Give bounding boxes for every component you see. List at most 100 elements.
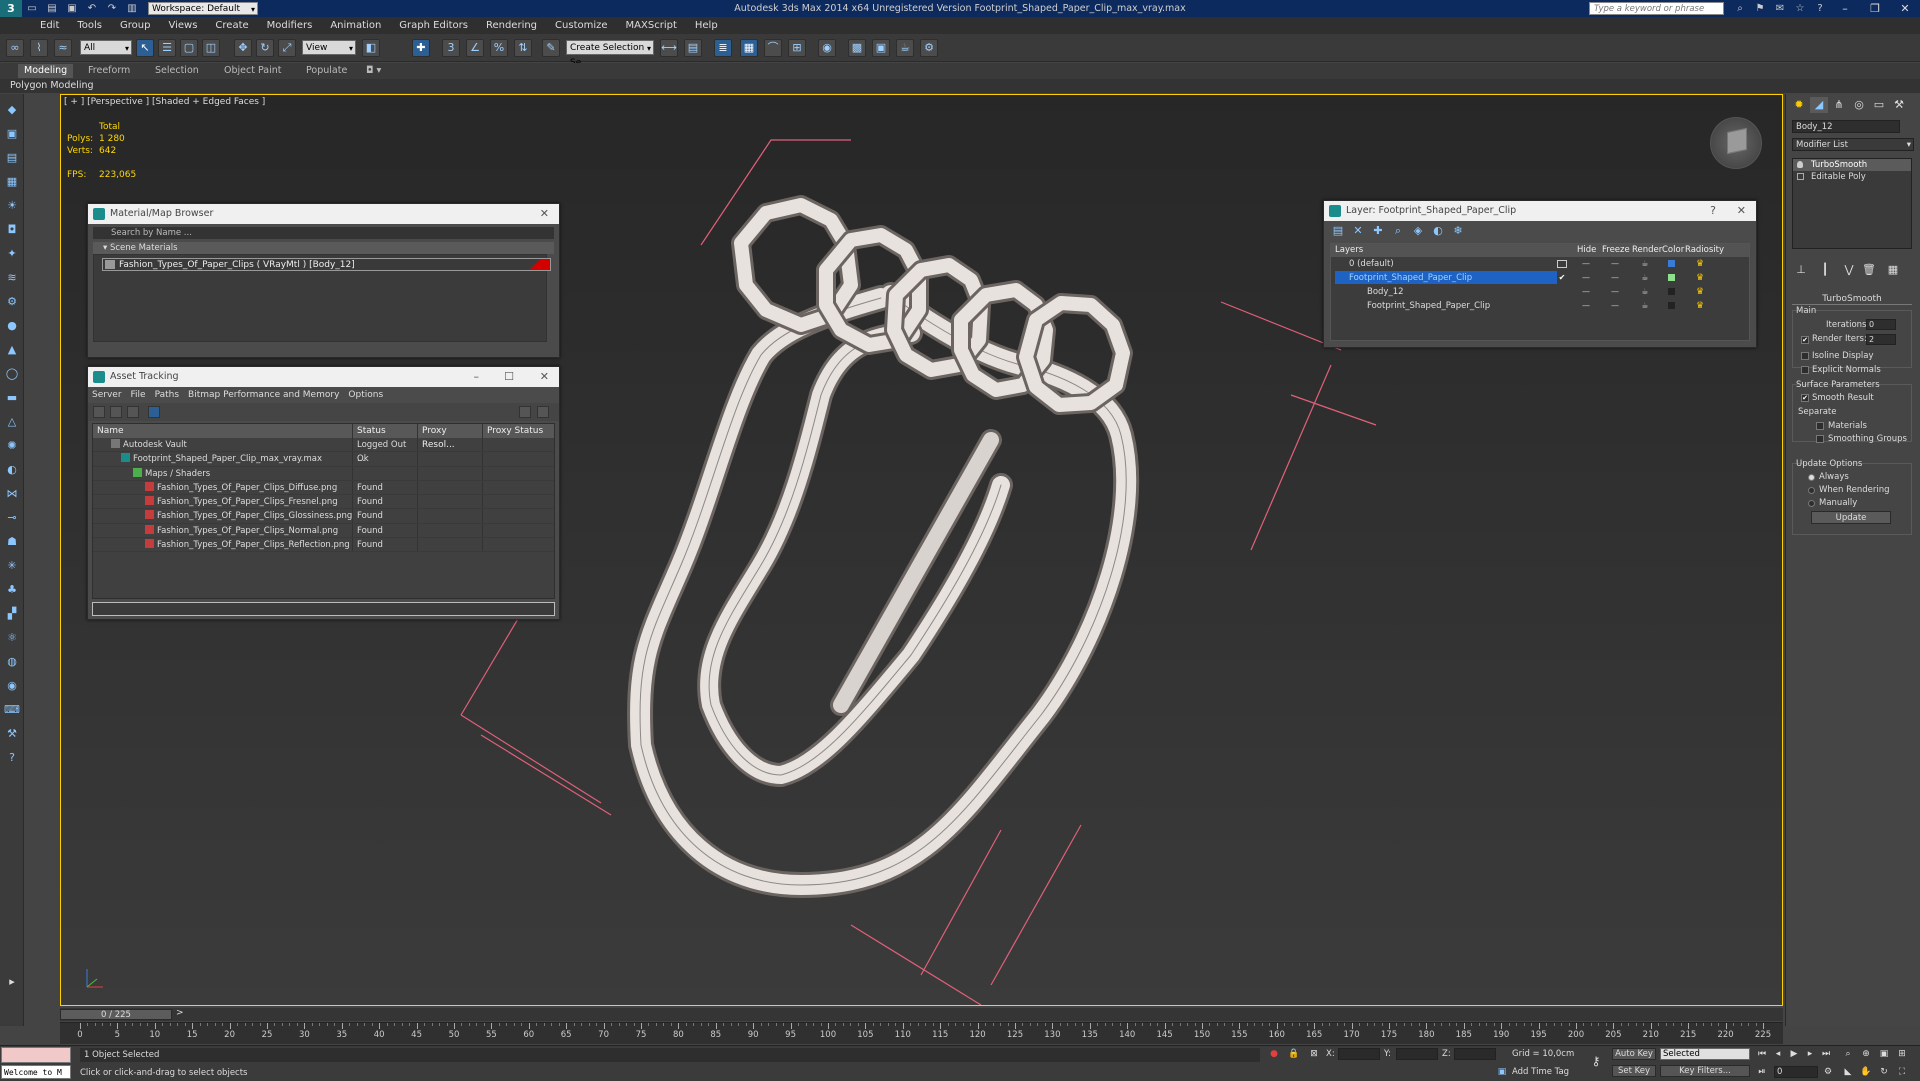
ribbon-tab-freeform[interactable]: Freeform	[88, 64, 130, 78]
freeze-all-layers-icon[interactable]: ❄	[1452, 225, 1464, 237]
angle-snap-icon[interactable]: ∠	[466, 39, 484, 57]
select-manipulate-icon[interactable]: ✚	[412, 39, 430, 57]
systems-icon[interactable]: ⚙	[4, 294, 20, 310]
spacewarp-icon[interactable]: ≋	[4, 270, 20, 286]
info-icon[interactable]: ?	[4, 750, 20, 766]
time-slider[interactable]: 0 / 225 >	[60, 1008, 1783, 1021]
delete-layer-icon[interactable]: ✕	[1352, 225, 1364, 237]
key-mode-icon[interactable]: ⏯	[1756, 1067, 1768, 1077]
freeze-toggle-icon[interactable]: —	[1610, 274, 1620, 282]
camera-icon[interactable]: ◘	[4, 222, 20, 238]
render-teapot-icon[interactable]: ☕	[1640, 302, 1650, 310]
render-iterative-icon[interactable]: ⚙	[920, 39, 938, 57]
track-bar[interactable]: 0 5 10 15 20 25 30 35 40 45 50 55 60 65 70 75 80 85 90 95 10…	[60, 1022, 1783, 1044]
mirror-icon[interactable]: ⟷	[660, 39, 678, 57]
layer-manager-icon[interactable]: ≣	[714, 39, 732, 57]
table-row[interactable]: Fashion_Types_Of_Paper_Clips_Reflection.…	[93, 538, 554, 553]
ribbon-panel-polygon-modeling[interactable]: Polygon Modeling	[10, 79, 94, 93]
y-coordinate-field[interactable]	[1396, 1048, 1438, 1060]
expand-panel-icon[interactable]: ▸	[4, 974, 20, 990]
modify-tab-icon[interactable]: ◢	[1810, 97, 1828, 113]
render-teapot-icon[interactable]: ☕	[1640, 288, 1650, 296]
menu-options[interactable]: Options	[348, 390, 383, 400]
play-icon[interactable]: ▶	[1788, 1049, 1800, 1059]
update-button[interactable]: Update	[1811, 511, 1891, 524]
material-search-input[interactable]: Search by Name ...	[93, 227, 554, 239]
maximize-icon[interactable]: ☐	[504, 367, 514, 387]
always-radio[interactable]	[1808, 474, 1815, 481]
smooth-result-checkbox[interactable]: ✔	[1801, 394, 1809, 402]
menu-file[interactable]: File	[131, 390, 146, 400]
mass-fx-icon[interactable]: ⚛	[4, 630, 20, 646]
radiosity-icon[interactable]: ♛	[1695, 273, 1705, 283]
ik-solver-icon[interactable]: ⋈	[4, 486, 20, 502]
zoom-extents-icon[interactable]: ▣	[1878, 1049, 1890, 1059]
scene-explorer-icon[interactable]: ▦	[4, 174, 20, 190]
layer-explorer-icon[interactable]: ▤	[4, 150, 20, 166]
object-torus-icon[interactable]: ◯	[4, 366, 20, 382]
column-proxy-status[interactable]: Proxy Status	[483, 424, 553, 438]
light-icon[interactable]: ☀	[4, 198, 20, 214]
column-proxy-resolution[interactable]: Proxy Resol...	[418, 424, 483, 450]
object-name-field[interactable]: Body_12	[1792, 120, 1900, 133]
freeze-toggle-icon[interactable]: —	[1610, 288, 1620, 296]
spinner-snap-icon[interactable]: ⇅	[514, 39, 532, 57]
layer-manager-window[interactable]: Layer: Footprint_Shaped_Paper_Clip ? ✕ ▤…	[1323, 200, 1757, 348]
object-plane-icon[interactable]: ▬	[4, 390, 20, 406]
sun-light-icon[interactable]: ✺	[4, 438, 20, 454]
options-icon[interactable]	[537, 406, 549, 418]
zoom-icon[interactable]: ⌕	[1842, 1049, 1854, 1059]
manually-radio[interactable]	[1808, 500, 1815, 507]
select-scale-icon[interactable]: ⤢	[278, 39, 296, 57]
object-sphere-icon[interactable]: ●	[4, 318, 20, 334]
show-end-result-icon[interactable]: ┃	[1816, 262, 1834, 278]
expand-box-icon[interactable]	[1797, 173, 1804, 180]
table-row[interactable]: Footprint_Shaped_Paper_Clip_max_vray.max…	[93, 452, 554, 467]
make-unique-icon[interactable]: ⋁	[1840, 262, 1858, 278]
key-filters-button[interactable]: Key Filters...	[1660, 1065, 1750, 1077]
close-icon[interactable]: ✕	[540, 204, 549, 224]
material-browser-titlebar[interactable]: Material/Map Browser ✕	[88, 204, 559, 224]
material-editor-icon[interactable]: ◉	[818, 39, 836, 57]
render-iters-spinner[interactable]: 2	[1866, 334, 1896, 345]
minimize-icon[interactable]: –	[474, 367, 480, 387]
lightbulb-icon[interactable]	[1797, 161, 1803, 168]
curve-editor-icon[interactable]: ⌒	[764, 39, 782, 57]
layer-color-swatch[interactable]	[1668, 274, 1675, 281]
workspace-dropdown[interactable]: Workspace: Default ▾	[148, 2, 258, 15]
layer-row[interactable]: Footprint_Shaped_Paper_Clip ✔ — — ☕ ♛	[1331, 271, 1749, 285]
column-layers[interactable]: Layers	[1335, 244, 1363, 257]
create-tab-icon[interactable]: ✹	[1790, 97, 1808, 113]
viewcube-box-icon[interactable]	[1727, 127, 1747, 155]
align-icon[interactable]: ▤	[684, 39, 702, 57]
selection-filter-dropdown[interactable]: All ▾	[80, 40, 132, 55]
menu-customize[interactable]: Customize	[555, 20, 608, 31]
ribbon-tab-object-paint[interactable]: Object Paint	[224, 64, 281, 78]
utility-icon[interactable]: ⚒	[4, 726, 20, 742]
menu-help[interactable]: Help	[695, 20, 718, 31]
named-selection-dropdown[interactable]: Create Selection Se▾	[566, 40, 654, 68]
x-coordinate-field[interactable]	[1338, 1048, 1380, 1060]
close-window-icon[interactable]: ✕	[1890, 0, 1920, 17]
menu-paths[interactable]: Paths	[155, 390, 179, 400]
display-tab-icon[interactable]: ▭	[1870, 97, 1888, 113]
stack-item-editable-poly[interactable]: Editable Poly	[1793, 171, 1911, 183]
window-crossing-icon[interactable]: ◫	[202, 39, 220, 57]
table-row[interactable]: Fashion_Types_Of_Paper_Clips_Fresnel.png…	[93, 495, 554, 510]
menu-maxscript[interactable]: MAXScript	[626, 20, 677, 31]
table-row[interactable]: Autodesk Vault Logged Out ...	[93, 438, 554, 464]
layer-color-swatch[interactable]	[1668, 260, 1675, 267]
isoline-checkbox[interactable]	[1801, 352, 1809, 360]
layer-row[interactable]: Body_12 — — ☕ ♛	[1331, 285, 1749, 299]
current-frame-field[interactable]: 0	[1774, 1066, 1818, 1078]
add-to-layer-icon[interactable]: ✚	[1372, 225, 1384, 237]
rendered-frame-icon[interactable]: ▣	[872, 39, 890, 57]
column-freeze[interactable]: Freeze	[1602, 244, 1630, 257]
link-icon[interactable]: ∞	[6, 39, 24, 57]
help-icon[interactable]	[519, 406, 531, 418]
menu-server[interactable]: Server	[92, 390, 122, 400]
ribbon-options-icon[interactable]: ◘ ▾	[366, 64, 381, 78]
auto-key-button[interactable]: Auto Key	[1612, 1048, 1656, 1060]
graphite-toolbar-icon[interactable]: ▦	[740, 39, 758, 57]
pivot-center-icon[interactable]: ◧	[362, 39, 380, 57]
